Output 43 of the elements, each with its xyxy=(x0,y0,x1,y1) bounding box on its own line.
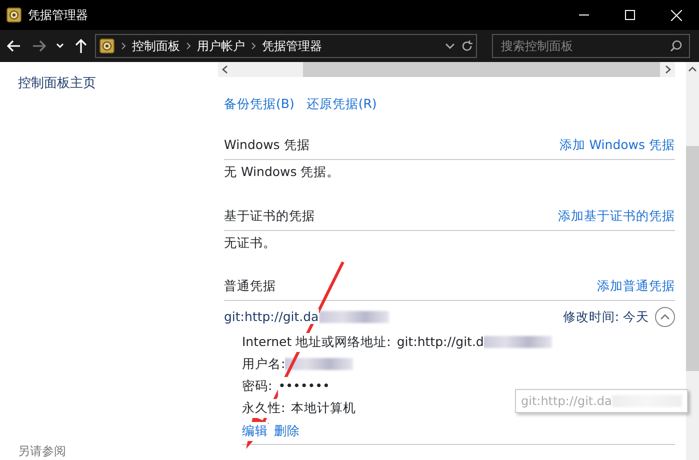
address-bar[interactable]: 控制面板 用户帐户 凭据管理器 xyxy=(95,34,477,58)
section-heading: Windows 凭据 xyxy=(224,136,310,154)
detail-label: Internet 地址或网络地址: xyxy=(242,332,391,352)
vertical-scrollbar[interactable] xyxy=(686,62,699,460)
maximize-icon xyxy=(625,10,635,20)
safe-icon xyxy=(6,7,22,23)
chevron-icon xyxy=(251,42,256,50)
modified-label: 修改时间: 今天 xyxy=(562,308,649,326)
chevron-icon xyxy=(186,42,191,50)
tooltip-text: git:http://git.da xyxy=(521,393,612,410)
refresh-icon[interactable] xyxy=(461,40,473,52)
action-link[interactable]: 还原凭据(R) xyxy=(306,95,377,114)
breadcrumb-link[interactable]: 控制面板 xyxy=(132,37,180,55)
close-icon xyxy=(670,10,682,20)
add-link[interactable]: 添加普通凭据 xyxy=(597,277,675,296)
see-also-heading: 另请参阅 xyxy=(18,443,66,460)
chevron-icon xyxy=(660,314,670,320)
section-heading: 基于证书的凭据 xyxy=(224,206,315,225)
credential-action-link[interactable]: 编辑 xyxy=(242,422,268,441)
caret-icon xyxy=(56,43,64,49)
empty-message: 无 Windows 凭据。 xyxy=(224,164,340,179)
section-heading: 普通凭据 xyxy=(224,277,276,296)
breadcrumb-link[interactable]: 用户帐户 xyxy=(197,37,245,55)
back-arrow-icon xyxy=(7,40,21,52)
action-link[interactable]: 备份凭据(B) xyxy=(224,95,294,114)
dropdown-icon[interactable] xyxy=(445,43,455,49)
add-link[interactable]: 添加基于证书的凭据 xyxy=(558,206,675,226)
breadcrumb-link[interactable]: 凭据管理器 xyxy=(262,37,322,55)
empty-message: 无证书。 xyxy=(224,234,276,250)
detail-value: ••••••• xyxy=(278,376,330,396)
forward-arrow-icon xyxy=(32,40,46,52)
detail-label: 永久性: xyxy=(242,398,286,418)
horizontal-scrollbar[interactable] xyxy=(218,62,675,77)
sidebar-link[interactable]: 控制面板主页 xyxy=(18,74,96,94)
expand-toggle[interactable] xyxy=(655,307,675,328)
chevron-icon xyxy=(121,42,126,50)
window-title: 凭据管理器 xyxy=(28,7,88,24)
safe-icon xyxy=(99,38,115,54)
add-link[interactable]: 添加 Windows 凭据 xyxy=(559,136,675,155)
credential-name[interactable]: git:http://git.da xyxy=(224,308,319,324)
search-icon xyxy=(670,40,682,52)
search-field[interactable]: 搜索控制面板 xyxy=(492,34,690,58)
up-arrow-icon xyxy=(75,39,87,53)
